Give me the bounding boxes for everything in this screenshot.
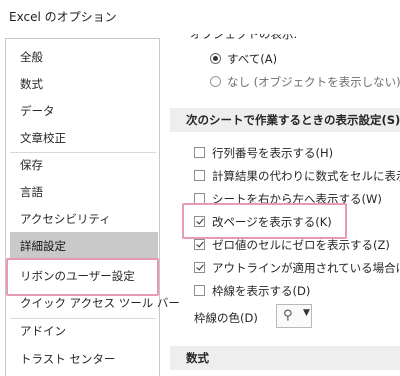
- sidebar-item-language[interactable]: 言語: [20, 184, 43, 200]
- sidebar-divider: [10, 318, 156, 319]
- highlight-box-sidebar: [6, 258, 159, 296]
- option-outline-symbols[interactable]: アウトラインが適用されている場合はアウ: [194, 260, 400, 276]
- option-label: 行列番号を表示する(H): [212, 146, 334, 160]
- option-show-zeros[interactable]: ゼロ値のセルにゼロを表示する(Z): [194, 237, 390, 253]
- radio-unselected-icon[interactable]: [210, 76, 221, 87]
- option-show-formulas[interactable]: 計算結果の代わりに数式をセルに表示する: [194, 168, 400, 184]
- paint-bucket-icon: ⚲: [283, 308, 293, 323]
- sidebar-item-accessibility[interactable]: アクセシビリティ: [20, 211, 111, 227]
- checkbox-icon[interactable]: [194, 285, 205, 296]
- title-bar: Excel のオプション: [0, 0, 400, 34]
- sidebar-item-quick-access-toolbar[interactable]: クイック アクセス ツール バー: [20, 295, 180, 311]
- option-label: アウトラインが適用されている場合はアウ: [212, 261, 400, 275]
- gridline-color-picker[interactable]: ⚲ ▼: [276, 304, 312, 328]
- radio-show-none-label: なし (オブジェクトを表示しない)(D): [227, 75, 400, 89]
- radio-show-all-label: すべて(A): [227, 52, 278, 66]
- option-label: 計算結果の代わりに数式をセルに表示する: [212, 169, 400, 183]
- sidebar-item-data[interactable]: データ: [20, 103, 55, 119]
- radio-show-all[interactable]: すべて(A): [210, 51, 277, 67]
- advanced-options-panel: オブジェクトの表示: すべて(A) なし (オブジェクトを表示しない)(D) 次…: [170, 34, 400, 376]
- sidebar-item-save[interactable]: 保存: [20, 157, 43, 173]
- chevron-down-icon: ▼: [303, 308, 310, 318]
- checkbox-checked-icon[interactable]: [194, 239, 205, 250]
- sidebar-list: 全般 数式 データ 文章校正 保存 言語 アクセシビリティ 詳細設定 リボンのユ…: [5, 38, 180, 376]
- highlight-box-option: [182, 203, 347, 239]
- sidebar-item-formulas[interactable]: 数式: [20, 76, 43, 92]
- checkbox-icon[interactable]: [194, 147, 205, 158]
- sidebar-item-trust-center[interactable]: トラスト センター: [20, 351, 115, 367]
- gridline-color-label: 枠線の色(D): [194, 311, 258, 325]
- option-label: ゼロ値のセルにゼロを表示する(Z): [212, 238, 390, 252]
- sidebar-item-general[interactable]: 全般: [20, 49, 43, 65]
- sidebar-item-advanced[interactable]: 詳細設定: [10, 232, 158, 260]
- objects-display-label: オブジェクトの表示:: [190, 34, 298, 41]
- formulas-section-header: 数式: [170, 346, 400, 370]
- radio-show-none[interactable]: なし (オブジェクトを表示しない)(D): [210, 74, 400, 90]
- option-show-row-col-headers[interactable]: 行列番号を表示する(H): [194, 145, 333, 161]
- sidebar-divider: [10, 152, 156, 153]
- sidebar: 全般 数式 データ 文章校正 保存 言語 アクセシビリティ 詳細設定 リボンのユ…: [0, 34, 180, 376]
- radio-selected-icon[interactable]: [210, 53, 221, 64]
- option-show-gridlines[interactable]: 枠線を表示する(D): [194, 283, 310, 299]
- checkbox-checked-icon[interactable]: [194, 262, 205, 273]
- option-label: 枠線を表示する(D): [212, 284, 311, 298]
- sidebar-item-proofing[interactable]: 文章校正: [20, 130, 66, 146]
- checkbox-icon[interactable]: [194, 170, 205, 181]
- sheet-display-section-header: 次のシートで作業するときの表示設定(S):: [170, 108, 400, 132]
- sidebar-item-addins[interactable]: アドイン: [20, 323, 66, 339]
- window-title: Excel のオプション: [9, 10, 117, 24]
